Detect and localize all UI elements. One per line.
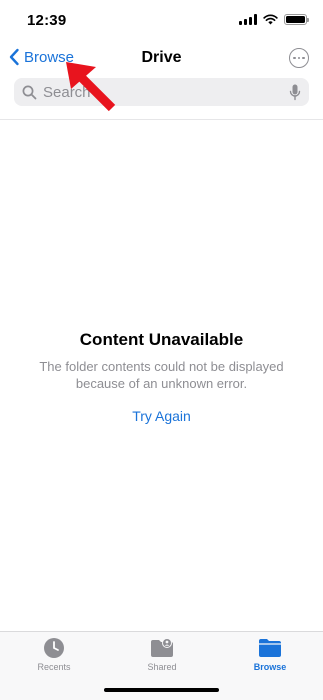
folder-icon xyxy=(259,639,281,657)
try-again-button[interactable]: Try Again xyxy=(132,408,191,424)
battery-icon xyxy=(284,14,309,25)
status-time: 12:39 xyxy=(27,12,67,29)
tab-recents-label: Recents xyxy=(37,662,71,672)
page-title: Drive xyxy=(141,49,182,66)
wifi-icon xyxy=(263,14,278,25)
annotation-arrow-icon xyxy=(66,62,116,112)
tab-shared[interactable]: Shared xyxy=(108,637,216,672)
empty-state-title: Content Unavailable xyxy=(79,330,244,349)
tab-browse[interactable]: Browse xyxy=(216,637,323,672)
search-icon xyxy=(22,85,37,99)
more-options-icon[interactable] xyxy=(289,48,309,68)
status-bar: 12:39 xyxy=(0,0,323,42)
tab-browse-label: Browse xyxy=(253,662,287,672)
microphone-icon[interactable] xyxy=(289,84,301,101)
clock-icon xyxy=(44,638,64,658)
header-divider xyxy=(0,119,323,120)
navigation-bar: Browse Drive xyxy=(0,42,323,74)
status-icons xyxy=(239,14,309,25)
cellular-signal-icon xyxy=(239,14,257,25)
empty-state-message: The folder contents could not be display… xyxy=(39,359,284,391)
empty-state: Content Unavailable The folder contents … xyxy=(0,330,323,426)
tab-shared-label: Shared xyxy=(147,662,177,672)
home-indicator xyxy=(104,688,219,692)
tab-recents[interactable]: Recents xyxy=(0,637,108,672)
shared-folder-icon xyxy=(151,638,173,657)
search-bar xyxy=(14,78,309,106)
